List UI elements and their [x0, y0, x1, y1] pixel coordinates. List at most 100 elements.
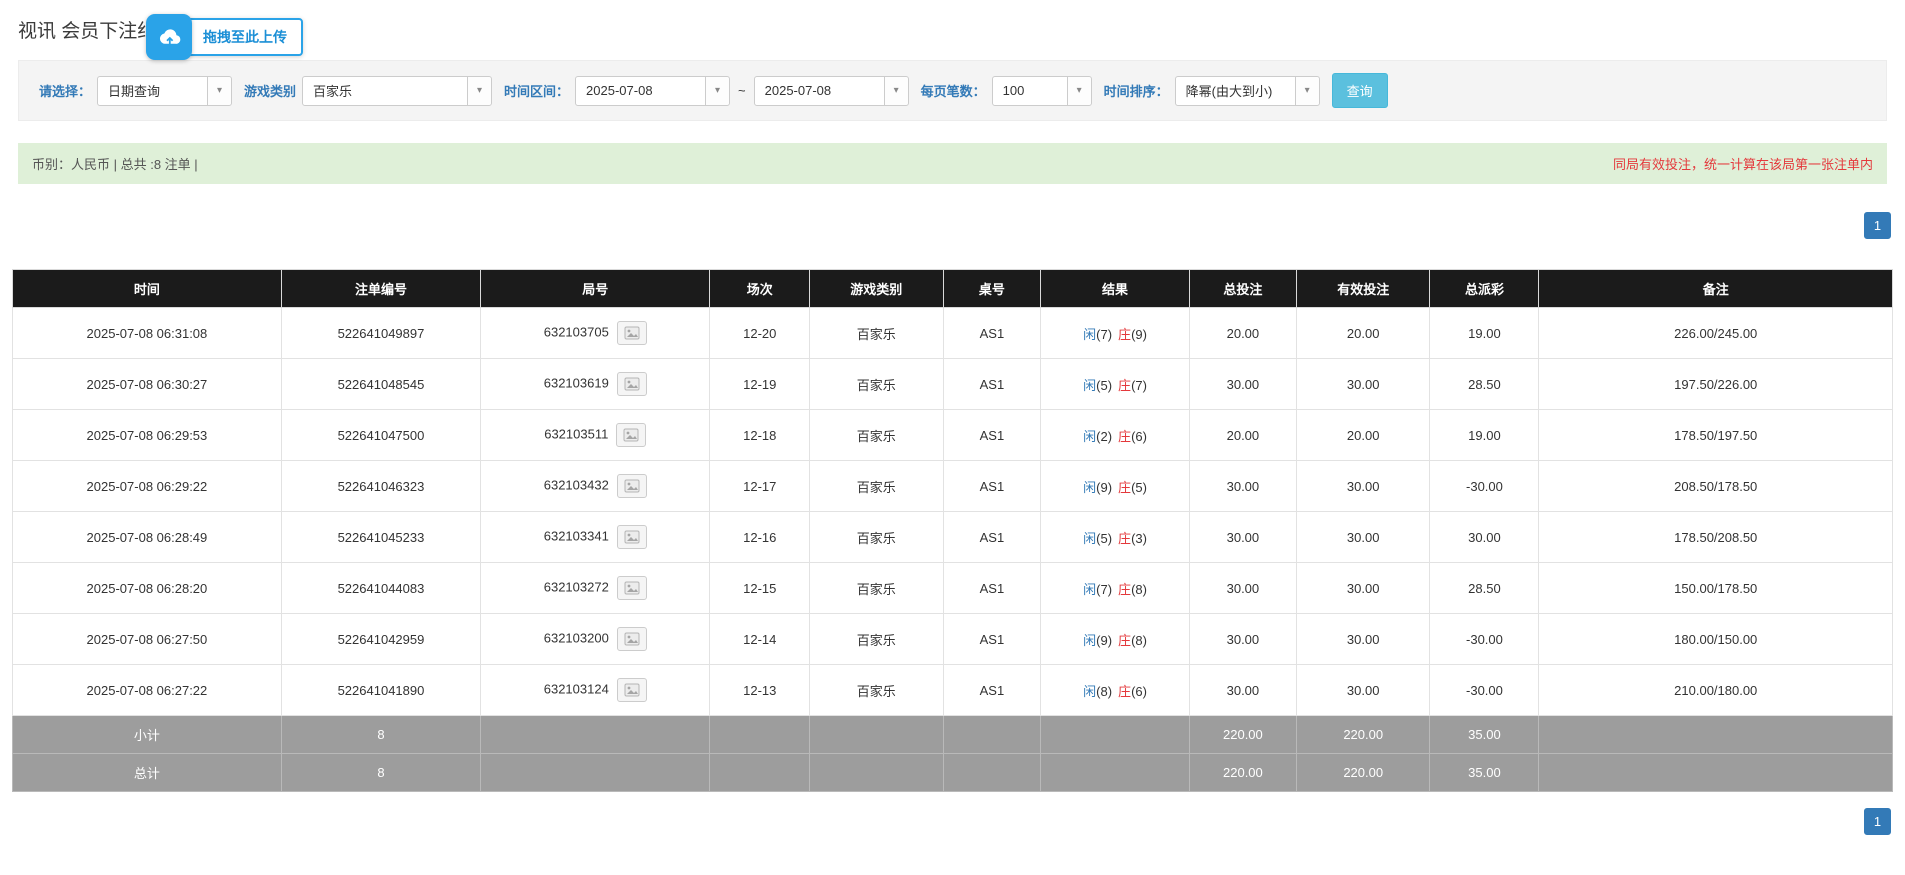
view-round-image-button[interactable] [617, 321, 647, 345]
cell-result: 闲(9)庄(5) [1041, 461, 1190, 512]
view-round-image-button[interactable] [617, 576, 647, 600]
subtotal-total-bet: 220.00 [1189, 716, 1296, 754]
caret-down-icon: ▾ [705, 77, 729, 105]
page-1-button[interactable]: 1 [1864, 808, 1891, 835]
cell-valid-bet: 30.00 [1296, 512, 1429, 563]
cell-total-bet[interactable]: 30.00 [1189, 563, 1296, 614]
cell-round-id: 632103341 [481, 512, 710, 563]
cell-session: 12-20 [710, 308, 810, 359]
bet-records-table: 时间 注单编号 局号 场次 游戏类别 桌号 结果 总投注 有效投注 总派彩 备注… [12, 269, 1893, 792]
subtotal-label: 小计 [13, 716, 282, 754]
cell-bet-id: 522641048545 [281, 359, 480, 410]
cell-total-bet[interactable]: 20.00 [1189, 308, 1296, 359]
view-round-image-button[interactable] [617, 525, 647, 549]
photo-icon [624, 377, 640, 391]
cell-game-type: 百家乐 [810, 512, 943, 563]
view-round-image-button[interactable] [616, 423, 646, 447]
player-result-value: (7) [1096, 327, 1112, 342]
page-1-button[interactable]: 1 [1864, 212, 1891, 239]
cell-total-bet[interactable]: 30.00 [1189, 512, 1296, 563]
page-size-label: 每页笔数： [921, 81, 986, 100]
subtotal-row: 小计 8 220.00 220.00 35.00 [13, 716, 1893, 754]
cell-payout: 28.50 [1430, 359, 1539, 410]
view-round-image-button[interactable] [617, 678, 647, 702]
cell-valid-bet: 30.00 [1296, 563, 1429, 614]
table-row: 2025-07-08 06:28:20 522641044083 6321032… [13, 563, 1893, 614]
banker-result-label: 庄 [1118, 582, 1131, 597]
subtotal-count: 8 [281, 716, 480, 754]
cell-round-id: 632103511 [481, 410, 710, 461]
subtotal-empty-cell [810, 716, 943, 754]
table-body: 2025-07-08 06:31:08 522641049897 6321037… [13, 308, 1893, 716]
cell-game-type: 百家乐 [810, 665, 943, 716]
cell-table-no: AS1 [943, 512, 1041, 563]
caret-down-icon: ▾ [207, 77, 231, 105]
cell-total-bet[interactable]: 30.00 [1189, 614, 1296, 665]
cell-bet-id: 522641046323 [281, 461, 480, 512]
cell-bet-id: 522641041890 [281, 665, 480, 716]
photo-icon [624, 683, 640, 697]
subtotal-empty-cell [1041, 716, 1190, 754]
cell-session: 12-13 [710, 665, 810, 716]
cell-result: 闲(2)庄(6) [1041, 410, 1190, 461]
banker-result-value: (7) [1131, 378, 1147, 393]
total-count: 8 [281, 754, 480, 792]
subtotal-empty-cell [710, 716, 810, 754]
cell-total-bet[interactable]: 30.00 [1189, 359, 1296, 410]
cell-table-no: AS1 [943, 665, 1041, 716]
player-result-label: 闲 [1083, 429, 1096, 444]
cell-bet-id: 522641049897 [281, 308, 480, 359]
col-table-no: 桌号 [943, 270, 1041, 308]
banker-result-value: (8) [1131, 582, 1147, 597]
cell-payout: 19.00 [1430, 410, 1539, 461]
table-row: 2025-07-08 06:27:22 522641041890 6321031… [13, 665, 1893, 716]
col-round-id: 局号 [481, 270, 710, 308]
player-result-value: (5) [1096, 531, 1112, 546]
banker-result-value: (3) [1131, 531, 1147, 546]
date-from-select[interactable]: 2025-07-08 ▾ [575, 76, 730, 106]
view-round-image-button[interactable] [617, 372, 647, 396]
cell-table-no: AS1 [943, 461, 1041, 512]
cell-total-bet[interactable]: 20.00 [1189, 410, 1296, 461]
banker-result-label: 庄 [1118, 327, 1131, 342]
round-id-text: 632103511 [544, 426, 608, 441]
col-game-type: 游戏类别 [810, 270, 943, 308]
cell-time: 2025-07-08 06:30:27 [13, 359, 282, 410]
view-round-image-button[interactable] [617, 627, 647, 651]
search-button[interactable]: 查询 [1332, 73, 1388, 108]
table-row: 2025-07-08 06:29:22 522641046323 6321034… [13, 461, 1893, 512]
game-type-select[interactable]: 百家乐 ▾ [302, 76, 492, 106]
cell-result: 闲(9)庄(8) [1041, 614, 1190, 665]
date-to-select[interactable]: 2025-07-08 ▾ [754, 76, 909, 106]
cell-bet-id: 522641047500 [281, 410, 480, 461]
cell-valid-bet: 30.00 [1296, 461, 1429, 512]
cell-total-bet[interactable]: 30.00 [1189, 461, 1296, 512]
sort-order-select[interactable]: 降幂(由大到小) ▾ [1175, 76, 1320, 106]
cell-note: 197.50/226.00 [1539, 359, 1893, 410]
sort-order-value: 降幂(由大到小) [1176, 81, 1283, 100]
page-size-select[interactable]: 100 ▾ [992, 76, 1092, 106]
player-result-value: (5) [1096, 378, 1112, 393]
subtotal-empty-cell [481, 716, 710, 754]
cell-game-type: 百家乐 [810, 308, 943, 359]
query-type-select[interactable]: 日期查询 ▾ [97, 76, 232, 106]
photo-icon [624, 581, 640, 595]
cell-game-type: 百家乐 [810, 614, 943, 665]
round-id-text: 632103705 [544, 324, 609, 339]
cell-total-bet[interactable]: 30.00 [1189, 665, 1296, 716]
date-range-tilde: ~ [738, 83, 746, 98]
round-id-text: 632103124 [544, 681, 609, 696]
cell-table-no: AS1 [943, 563, 1041, 614]
view-round-image-button[interactable] [617, 474, 647, 498]
cell-table-no: AS1 [943, 614, 1041, 665]
cell-time: 2025-07-08 06:29:53 [13, 410, 282, 461]
sort-order-label: 时间排序： [1104, 81, 1169, 100]
cell-time: 2025-07-08 06:28:20 [13, 563, 282, 614]
game-type-value: 百家乐 [303, 81, 362, 100]
photo-icon [623, 428, 639, 442]
total-empty-cell [943, 754, 1041, 792]
upload-dropzone-tooltip[interactable]: 拖拽至此上传 [146, 14, 303, 60]
cell-payout: 30.00 [1430, 512, 1539, 563]
cell-valid-bet: 30.00 [1296, 665, 1429, 716]
player-result-label: 闲 [1083, 531, 1096, 546]
